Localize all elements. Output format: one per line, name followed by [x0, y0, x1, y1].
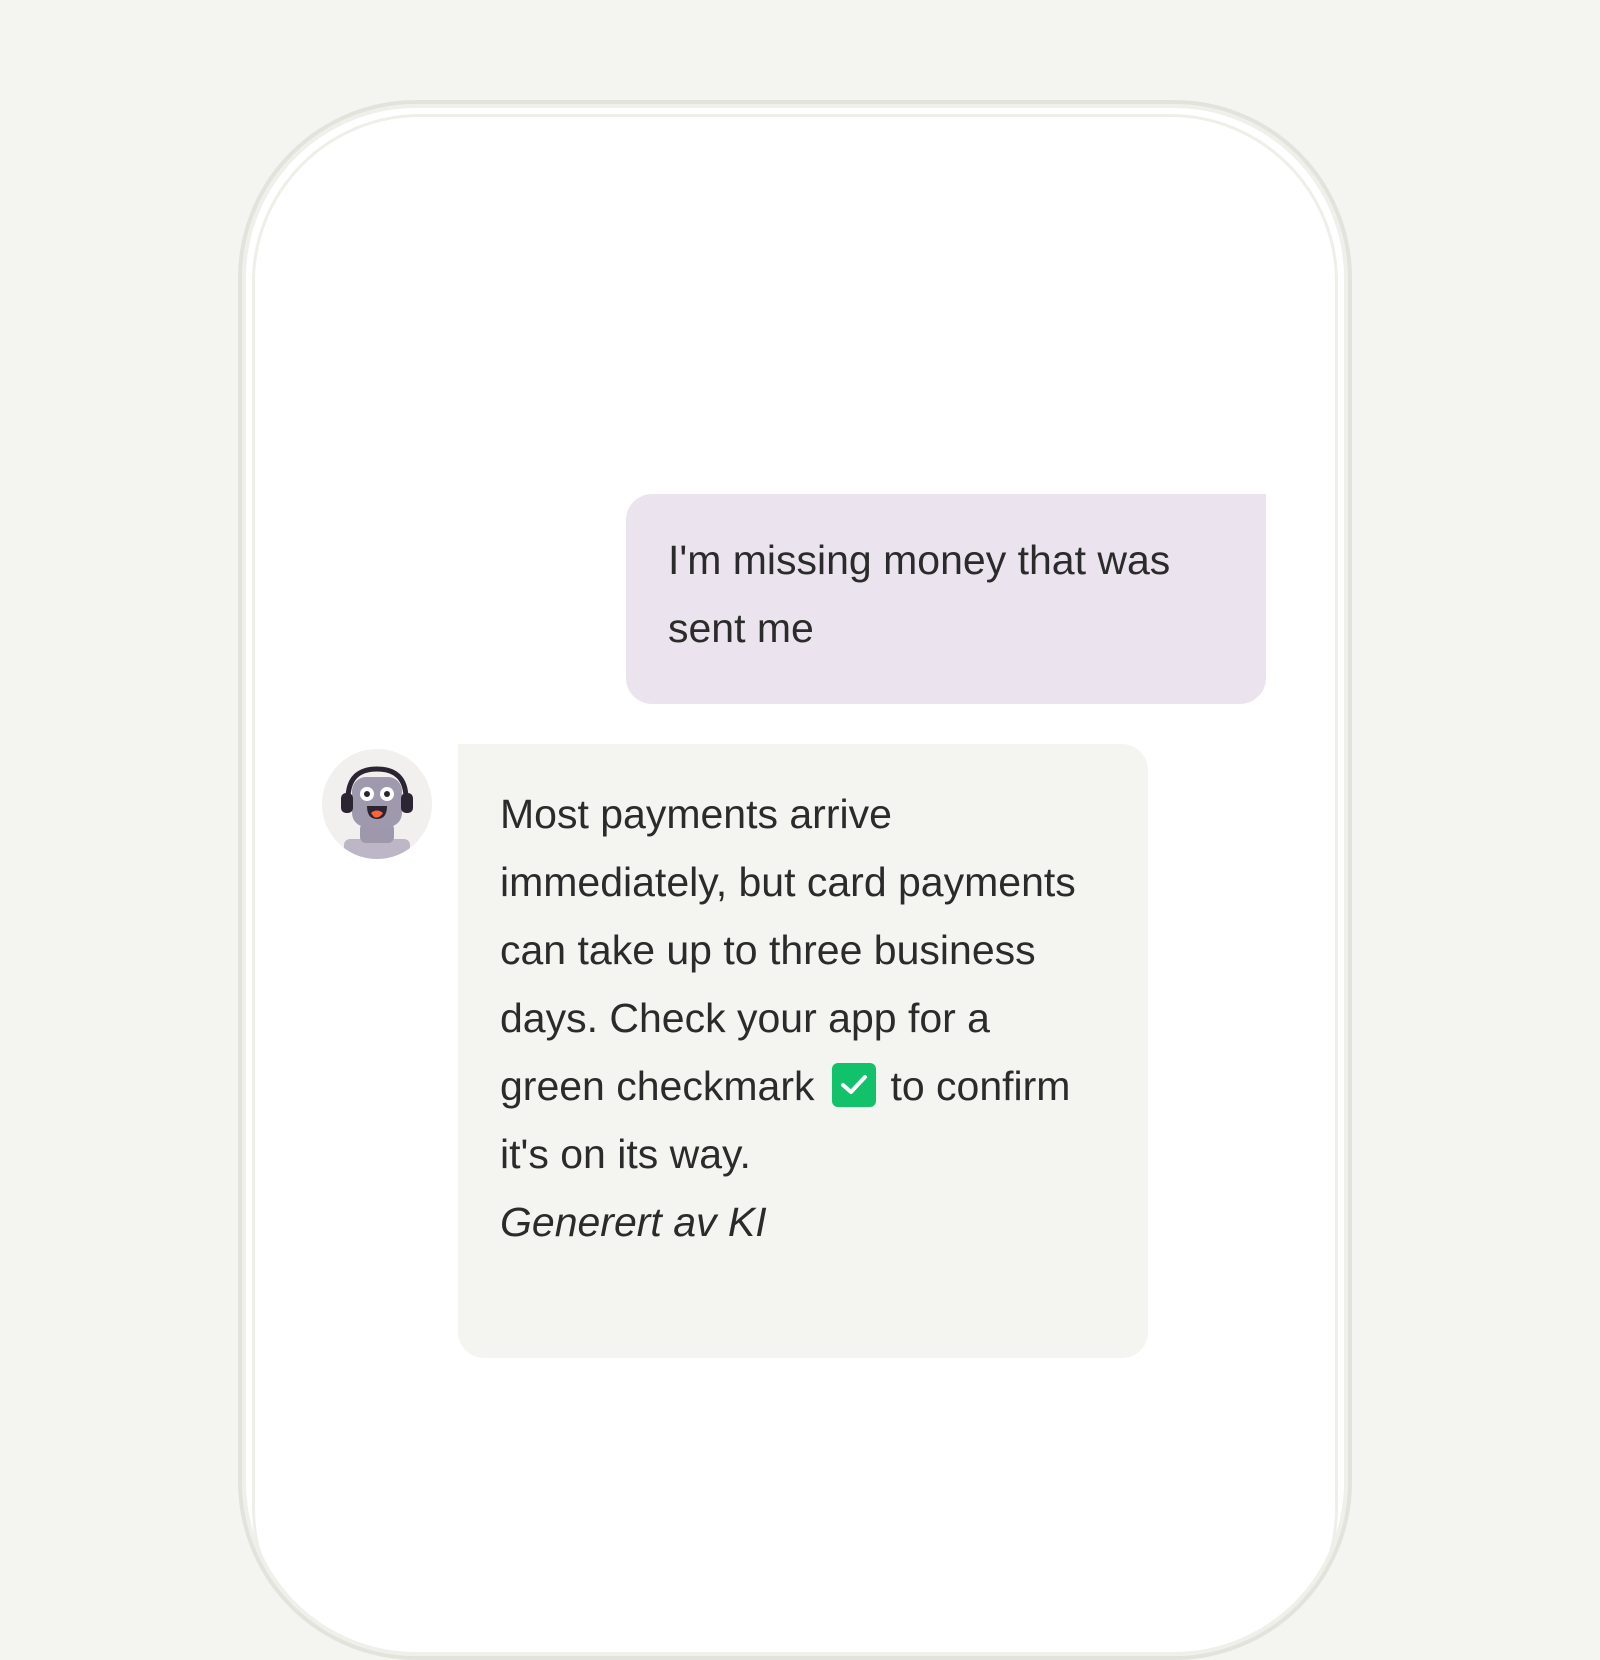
- bot-message-bubble: Most payments arrive immediately, but ca…: [458, 744, 1148, 1358]
- green-checkmark-icon: [832, 1063, 877, 1107]
- user-message-text: I'm missing money that was sent me: [668, 537, 1171, 651]
- ai-generated-label: Generert av KI: [500, 1199, 767, 1245]
- phone-frame: I'm missing money that was sent me Most …: [238, 100, 1352, 1660]
- bot-avatar: [322, 749, 432, 859]
- robot-support-agent-icon: [341, 766, 413, 859]
- bot-message-text-part1: Most payments arrive immediately, but ca…: [500, 791, 1076, 1109]
- user-message-bubble: I'm missing money that was sent me: [626, 494, 1266, 704]
